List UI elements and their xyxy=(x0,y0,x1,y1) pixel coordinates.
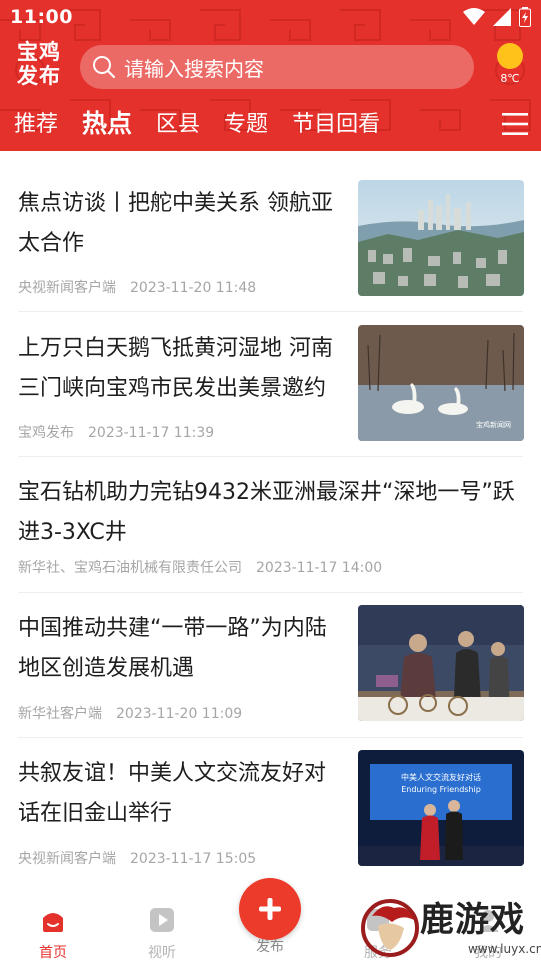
search-bar[interactable]: 请输入搜索内容 xyxy=(80,45,474,89)
nav-video[interactable]: 视听 xyxy=(132,906,192,962)
weather-widget[interactable]: 8℃ xyxy=(490,43,530,93)
news-source: 新华社客户端 xyxy=(18,706,102,722)
news-title-line: 地区创造发展机遇 xyxy=(18,656,195,681)
search-icon xyxy=(93,56,116,79)
news-thumbnail-expo xyxy=(358,605,524,721)
news-title-line: 宝石钻机助力完钻9432米亚洲最深井“深地一号”跃 xyxy=(18,480,515,505)
app-logo[interactable]: 宝鸡 发布 xyxy=(14,40,64,92)
news-time: 2023-11-17 11:39 xyxy=(88,425,215,441)
watermark: 鹿游戏 www.luyx.cn xyxy=(360,890,541,963)
news-meta: 新华社、宝鸡石油机械有限责任公司 2023-11-17 14:00 xyxy=(18,557,382,577)
screen-title-cn: 中美人文交流友好对话 xyxy=(401,772,481,782)
logo-line-1: 宝鸡 xyxy=(17,39,61,64)
news-meta: 央视新闻客户端 2023-11-17 15:05 xyxy=(18,848,256,868)
weather-temperature: 8℃ xyxy=(500,72,520,85)
status-time: 11:00 xyxy=(10,6,73,28)
nav-video-label: 视听 xyxy=(148,945,176,961)
wifi-icon xyxy=(463,8,485,25)
news-thumbnail-city xyxy=(358,180,524,296)
tab-districts[interactable]: 区县 xyxy=(156,106,200,138)
news-item[interactable]: 共叙友谊！中美人文交流友好对 话在旧金山举行 央视新闻客户端 2023-11-17… xyxy=(0,738,541,882)
news-item[interactable]: 上万只白天鹅飞抵黄河湿地 河南 三门峡向宝鸡市民发出美景邀约 宝鸡发布 2023-… xyxy=(0,312,541,456)
news-meta: 新华社客户端 2023-11-20 11:09 xyxy=(18,703,242,723)
news-thumbnail-stage: 中美人文交流友好对话 Enduring Friendship xyxy=(358,750,524,866)
news-time: 2023-11-17 15:05 xyxy=(130,851,257,867)
news-title: 共叙友谊！中美人文交流友好对 话在旧金山举行 xyxy=(18,754,348,834)
news-title-line: 太合作 xyxy=(18,231,85,256)
news-source: 新华社、宝鸡石油机械有限责任公司 xyxy=(18,560,242,576)
deer-logo-icon xyxy=(361,899,419,957)
sun-icon xyxy=(497,43,523,69)
news-title-line: 进3-3XC井 xyxy=(18,520,127,545)
status-icons xyxy=(463,7,531,27)
tab-hot[interactable]: 热点 xyxy=(82,104,132,140)
news-title: 中国推动共建“一带一路”为内陆 地区创造发展机遇 xyxy=(18,609,348,689)
news-title: 宝石钻机助力完钻9432米亚洲最深井“深地一号”跃 进3-3XC井 xyxy=(18,473,530,553)
news-item[interactable]: 焦点访谈丨把舵中美关系 领航亚 太合作 央视新闻客户端 2023-11-20 11… xyxy=(0,151,541,311)
app-header: 11:00 宝鸡 发布 请输入搜索内容 8℃ 推荐 热点 区县 专题 节目回看 xyxy=(0,0,541,151)
watermark-text: 鹿游戏 xyxy=(420,900,525,940)
search-placeholder: 请输入搜索内容 xyxy=(124,56,264,81)
publish-label: 发布 xyxy=(256,939,284,955)
news-time: 2023-11-20 11:48 xyxy=(130,280,257,296)
news-time: 2023-11-17 14:00 xyxy=(256,560,383,576)
news-title-line: 上万只白天鹅飞抵黄河湿地 河南 xyxy=(18,336,333,361)
news-title-line: 共叙友谊！中美人文交流友好对 xyxy=(18,761,327,786)
news-meta: 宝鸡发布 2023-11-17 11:39 xyxy=(18,422,214,442)
news-title-line: 话在旧金山举行 xyxy=(18,801,173,826)
news-title-line: 中国推动共建“一带一路”为内陆 xyxy=(18,616,327,641)
home-icon xyxy=(43,913,63,932)
signal-icon xyxy=(493,8,511,26)
news-title-line: 三门峡向宝鸡市民发出美景邀约 xyxy=(18,376,327,401)
battery-icon xyxy=(519,7,531,27)
news-meta: 央视新闻客户端 2023-11-20 11:48 xyxy=(18,277,256,297)
menu-icon[interactable] xyxy=(502,111,528,137)
nav-home[interactable]: 首页 xyxy=(23,906,83,962)
news-item[interactable]: 中国推动共建“一带一路”为内陆 地区创造发展机遇 新华社客户端 2023-11-2… xyxy=(0,593,541,737)
tab-recommend[interactable]: 推荐 xyxy=(14,106,58,138)
thumb-caption: 宝鸡新闻网 xyxy=(476,420,511,429)
publish-button[interactable] xyxy=(239,878,301,940)
status-bar: 11:00 xyxy=(0,0,541,36)
news-source: 央视新闻客户端 xyxy=(18,851,116,867)
tab-topics[interactable]: 专题 xyxy=(224,106,268,138)
plus-icon xyxy=(259,898,281,920)
category-tabs: 推荐 热点 区县 专题 节目回看 xyxy=(14,104,404,140)
video-icon xyxy=(150,908,174,932)
watermark-url: www.luyx.cn xyxy=(468,942,541,956)
news-title-line: 焦点访谈丨把舵中美关系 领航亚 xyxy=(18,191,333,216)
news-source: 央视新闻客户端 xyxy=(18,280,116,296)
news-source: 宝鸡发布 xyxy=(18,425,74,441)
nav-home-label: 首页 xyxy=(39,945,67,961)
news-thumbnail-swans: 宝鸡新闻网 xyxy=(358,325,524,441)
news-time: 2023-11-20 11:09 xyxy=(116,706,243,722)
tab-replay[interactable]: 节目回看 xyxy=(292,106,380,138)
screen-title-en: Enduring Friendship xyxy=(401,785,481,794)
news-item[interactable]: 宝石钻机助力完钻9432米亚洲最深井“深地一号”跃 进3-3XC井 新华社、宝鸡… xyxy=(0,457,541,592)
news-title: 上万只白天鹅飞抵黄河湿地 河南 三门峡向宝鸡市民发出美景邀约 xyxy=(18,329,348,409)
logo-line-2: 发布 xyxy=(17,63,61,88)
news-title: 焦点访谈丨把舵中美关系 领航亚 太合作 xyxy=(18,184,348,264)
